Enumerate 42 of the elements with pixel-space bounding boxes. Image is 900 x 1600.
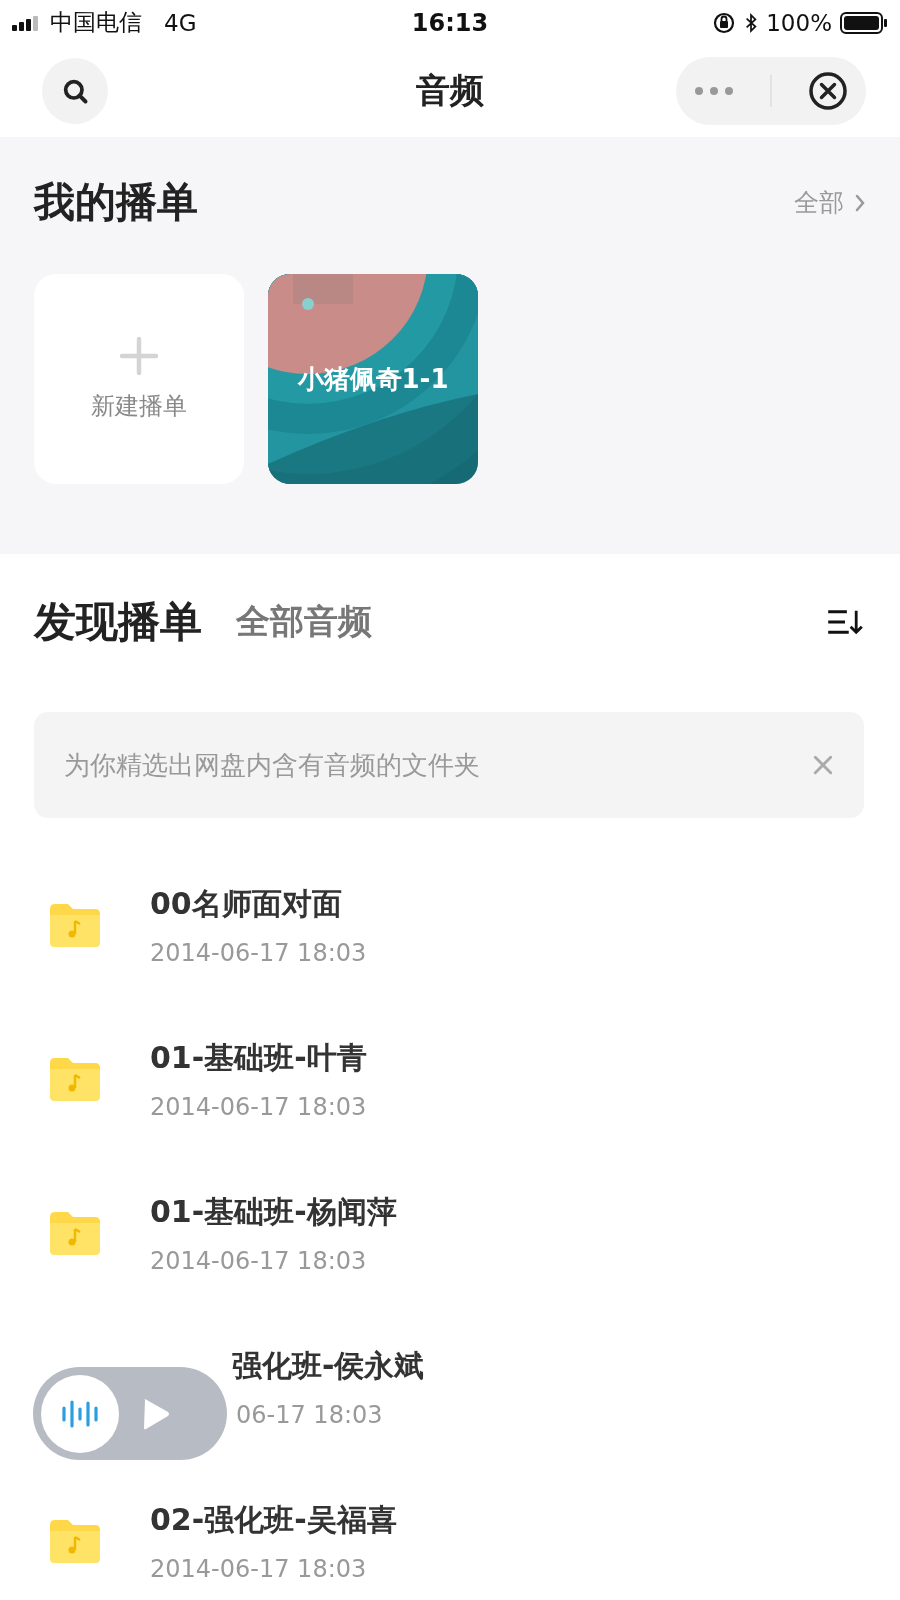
close-button[interactable] bbox=[808, 71, 848, 111]
tab[interactable]: 发现播单 bbox=[34, 594, 202, 650]
carrier-name: 中国电信 bbox=[50, 8, 142, 37]
music-folder-icon bbox=[50, 903, 100, 947]
folder-name[interactable]: 01-基础班-叶青 bbox=[150, 1037, 367, 1079]
folder-name[interactable]: 02-强化班-吴福喜 bbox=[150, 1499, 397, 1541]
rotation-lock-icon bbox=[712, 10, 737, 35]
more-button[interactable] bbox=[694, 86, 734, 96]
folder-name[interactable]: 00名师面对面 bbox=[150, 883, 342, 925]
close-icon bbox=[812, 754, 834, 776]
more-icon bbox=[694, 86, 734, 96]
battery-percent: 100% bbox=[766, 9, 832, 36]
bluetooth-icon bbox=[744, 10, 759, 35]
dismiss-button[interactable] bbox=[812, 754, 834, 776]
search-icon bbox=[61, 77, 89, 105]
folder-name[interactable]: 强化班-侯永斌 bbox=[232, 1345, 425, 1387]
network-type: 4G bbox=[164, 9, 197, 36]
chevron-right-icon bbox=[854, 192, 866, 213]
folder-date: 06-17 18:03 bbox=[236, 1400, 383, 1429]
sort-icon bbox=[826, 608, 864, 636]
folder-date: 2014-06-17 18:03 bbox=[150, 1554, 367, 1583]
section-title: 我的播单 bbox=[34, 177, 198, 228]
audio-button[interactable] bbox=[41, 1374, 119, 1453]
waveform-icon bbox=[60, 1398, 100, 1429]
folder-date: 2014-06-17 18:03 bbox=[150, 1246, 367, 1275]
plus-icon bbox=[119, 336, 159, 376]
play-button[interactable] bbox=[141, 1396, 171, 1431]
tab[interactable]: 全部音频 bbox=[236, 599, 372, 645]
folder-date: 2014-06-17 18:03 bbox=[150, 938, 367, 967]
new-playlist-button[interactable]: 新建播单 bbox=[34, 274, 244, 484]
music-folder-icon bbox=[50, 1519, 100, 1563]
folder-date: 2014-06-17 18:03 bbox=[150, 1092, 367, 1121]
page-title: 音频 bbox=[416, 69, 484, 112]
close-icon bbox=[808, 71, 848, 111]
clock-time: 16:13 bbox=[411, 8, 489, 37]
sort-button[interactable] bbox=[826, 608, 864, 636]
notice-text: 为你精选出网盘内含有音频的文件夹 bbox=[64, 748, 480, 782]
music-folder-icon bbox=[50, 1057, 100, 1101]
music-folder-icon bbox=[50, 1211, 100, 1255]
play-icon bbox=[141, 1396, 171, 1431]
battery-icon bbox=[840, 11, 888, 34]
folder-name[interactable]: 01-基础班-杨闻萍 bbox=[150, 1191, 397, 1233]
